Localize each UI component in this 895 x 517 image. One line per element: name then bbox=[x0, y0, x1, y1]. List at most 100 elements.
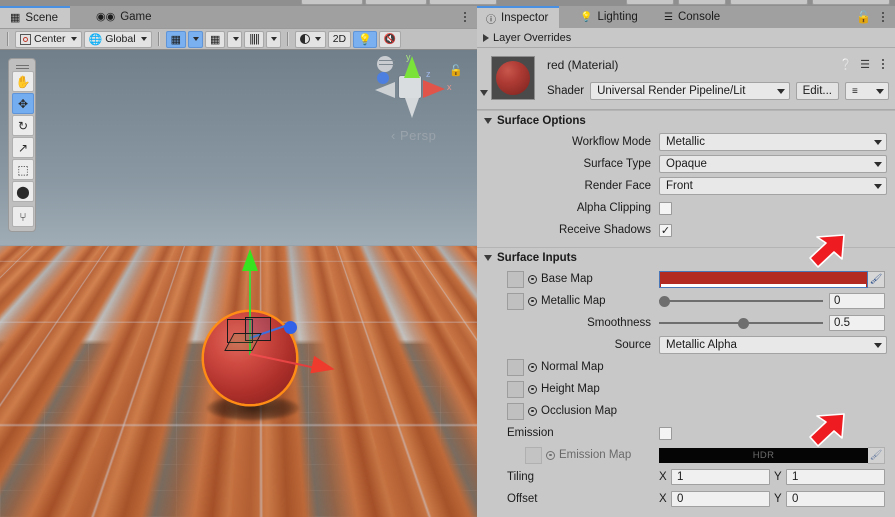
surface-options-header[interactable]: Surface Options bbox=[477, 110, 895, 130]
pivot-mode-button[interactable]: Center bbox=[15, 30, 82, 48]
info-icon: ⓘ bbox=[486, 14, 496, 26]
surface-options-rows: Workflow Mode Metallic Surface Type Opaq… bbox=[477, 130, 895, 243]
receive-shadows-checkbox[interactable]: ✓ bbox=[659, 223, 672, 237]
chevron-down-icon bbox=[484, 254, 492, 261]
tool-palette-grip[interactable] bbox=[12, 62, 32, 71]
surface-type-dropdown[interactable]: Opaque bbox=[659, 155, 887, 173]
view-gizmo-core[interactable] bbox=[399, 76, 421, 98]
eyedropper-icon[interactable]: 🖌 bbox=[868, 446, 885, 464]
tab-game[interactable]: ◉◉ Game bbox=[86, 6, 164, 28]
help-icon[interactable]: ❔ bbox=[839, 58, 853, 71]
emission-map-texture-slot[interactable] bbox=[525, 446, 542, 464]
smoothness-slider-knob[interactable] bbox=[737, 317, 749, 329]
ruler-toggle[interactable]: ||||| bbox=[244, 30, 264, 48]
source-dropdown[interactable]: Metallic Alpha bbox=[659, 336, 887, 354]
offset-y-field[interactable]: 0 bbox=[786, 491, 885, 507]
view-gizmo-projection-label[interactable]: ‹ Persp bbox=[391, 128, 436, 143]
metallic-map-target-icon[interactable] bbox=[528, 296, 537, 306]
gizmo-plane-handles[interactable] bbox=[224, 317, 271, 353]
hand-tool[interactable]: ✋ bbox=[12, 71, 34, 92]
shading-mode-icon bbox=[299, 34, 310, 44]
settings-icon[interactable]: ☰ bbox=[860, 58, 870, 71]
occlusion-map-target-icon[interactable] bbox=[528, 406, 537, 416]
tab-inspector[interactable]: ⓘ Inspector bbox=[477, 6, 560, 28]
metallic-map-texture-slot[interactable] bbox=[507, 292, 524, 310]
move-gizmo[interactable] bbox=[180, 249, 360, 420]
normal-map-target-icon[interactable] bbox=[528, 362, 537, 372]
view-gizmo-axis-neg-x[interactable] bbox=[375, 82, 395, 98]
handle-space-label: Global bbox=[105, 33, 136, 45]
ruler-dropdown[interactable] bbox=[265, 30, 281, 48]
scene-menu-icon[interactable] bbox=[459, 10, 471, 24]
scene-audio-toggle[interactable]: 🔇 bbox=[378, 30, 402, 48]
occlusion-map-texture-slot[interactable] bbox=[507, 402, 524, 420]
shader-dropdown[interactable]: Universal Render Pipeline/Lit bbox=[590, 82, 790, 100]
height-map-texture-slot[interactable] bbox=[507, 380, 524, 398]
gizmo-axis-x-handle[interactable] bbox=[310, 355, 337, 379]
tab-console-label: Console bbox=[677, 11, 721, 23]
grid-snap-dropdown[interactable] bbox=[187, 30, 203, 48]
base-map-color-swatch[interactable] bbox=[659, 270, 868, 288]
tab-console[interactable]: ☰ Console bbox=[655, 6, 731, 28]
view-gizmo-lock-icon[interactable]: 🔓 bbox=[449, 64, 463, 77]
layer-overrides-foldout[interactable]: Layer Overrides bbox=[477, 28, 895, 48]
toolbar-stub-3 bbox=[429, 0, 497, 5]
render-face-value: Front bbox=[666, 180, 693, 192]
metallic-slider[interactable] bbox=[659, 294, 823, 308]
workflow-mode-dropdown[interactable]: Metallic bbox=[659, 133, 887, 151]
metallic-value-field[interactable]: 0 bbox=[829, 293, 885, 309]
emission-checkbox[interactable] bbox=[659, 426, 672, 440]
snap-increment-dropdown[interactable] bbox=[227, 30, 243, 48]
custom-tool[interactable]: ⑂ bbox=[12, 206, 34, 227]
material-foldout-icon[interactable] bbox=[480, 90, 488, 96]
shading-mode-button[interactable] bbox=[294, 30, 326, 48]
lock-icon[interactable]: 🔓 bbox=[856, 10, 871, 24]
base-map-target-icon[interactable] bbox=[528, 274, 537, 284]
inspector-menu-icon[interactable] bbox=[877, 10, 889, 24]
gizmo-axis-y-handle[interactable] bbox=[242, 249, 258, 271]
scene-viewport[interactable]: ✋ ✥ ↻ ↗ ⬚ ⬤ ⑂ 🔓 y x z ‹ Persp bbox=[0, 50, 477, 517]
toggle-2d-button[interactable]: 2D bbox=[327, 30, 352, 48]
tiling-y-field[interactable]: 1 bbox=[786, 469, 885, 485]
chevron-down-icon bbox=[876, 88, 884, 94]
normal-map-texture-slot[interactable] bbox=[507, 358, 524, 376]
base-map-texture-slot[interactable] bbox=[507, 270, 524, 288]
material-preset-dropdown[interactable]: ≡ bbox=[845, 82, 889, 100]
snap-increment-toggle[interactable]: ▦ bbox=[204, 30, 226, 48]
scene-view-gizmo[interactable]: 🔓 y x z ‹ Persp bbox=[375, 52, 469, 156]
handle-space-button[interactable]: 🌐 Global bbox=[83, 30, 152, 48]
scale-tool[interactable]: ↗ bbox=[12, 137, 34, 158]
scene-lighting-toggle[interactable]: 💡 bbox=[353, 30, 377, 48]
tab-lighting[interactable]: 💡 Lighting bbox=[571, 6, 649, 28]
emission-map-target-icon[interactable] bbox=[546, 450, 555, 460]
height-map-target-icon[interactable] bbox=[528, 384, 537, 394]
move-tool[interactable]: ✥ bbox=[12, 93, 34, 114]
rotate-tool[interactable]: ↻ bbox=[12, 115, 34, 136]
gizmo-axis-x[interactable] bbox=[249, 353, 317, 370]
offset-x-field[interactable]: 0 bbox=[671, 491, 770, 507]
tiling-x-field[interactable]: 1 bbox=[671, 469, 770, 485]
kebab-menu-icon[interactable] bbox=[877, 57, 889, 71]
surface-inputs-header[interactable]: Surface Inputs bbox=[477, 247, 895, 267]
tab-scene[interactable]: ▦ Scene bbox=[0, 6, 71, 28]
material-preview-thumbnail[interactable] bbox=[491, 56, 535, 100]
render-face-dropdown[interactable]: Front bbox=[659, 177, 887, 195]
rect-tool[interactable]: ⬚ bbox=[12, 159, 34, 180]
tiling-y-axis-label: Y bbox=[774, 471, 782, 483]
row-workflow-mode: Workflow Mode Metallic bbox=[477, 131, 895, 153]
offset-label: Offset bbox=[507, 493, 538, 505]
smoothness-slider[interactable] bbox=[659, 316, 823, 330]
metallic-slider-knob[interactable] bbox=[659, 295, 670, 307]
view-gizmo-axis-neg-y[interactable] bbox=[405, 98, 419, 118]
alpha-clipping-checkbox[interactable] bbox=[659, 201, 672, 215]
snap-increment-icon: ▦ bbox=[209, 33, 221, 46]
shader-edit-button[interactable]: Edit... bbox=[795, 82, 839, 100]
gizmo-axis-z-handle[interactable] bbox=[284, 321, 297, 334]
view-gizmo-axis-x[interactable] bbox=[423, 80, 445, 98]
grid-snap-toggle[interactable]: ▦ bbox=[165, 30, 186, 48]
eyedropper-icon[interactable]: 🖌 bbox=[868, 270, 885, 288]
view-gizmo-grip[interactable] bbox=[379, 60, 395, 68]
emission-map-color-swatch[interactable]: HDR bbox=[659, 447, 868, 463]
transform-tool[interactable]: ⬤ bbox=[12, 181, 34, 202]
smoothness-value-field[interactable]: 0.5 bbox=[829, 315, 885, 331]
